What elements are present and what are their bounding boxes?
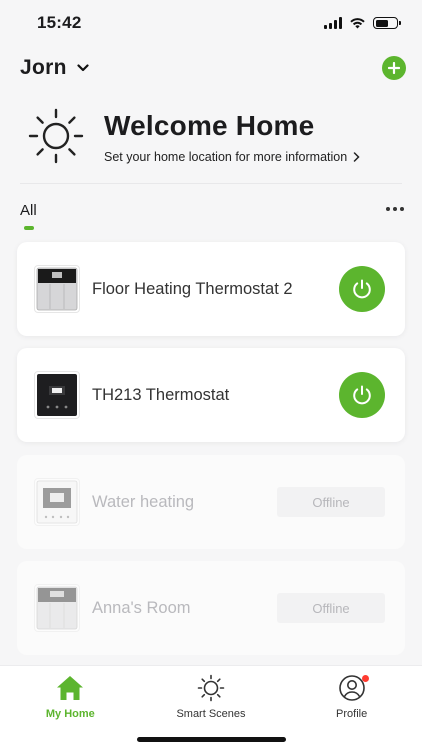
offline-badge: Offline [277,487,385,517]
home-selector[interactable]: Jorn [20,56,89,80]
cellular-signal-icon [324,17,342,29]
status-time: 15:42 [37,13,82,32]
add-device-button[interactable] [382,56,406,80]
device-image-thermostat [34,265,80,313]
room-tabs: All [20,198,404,234]
device-name: Water heating [92,492,195,511]
nav-my-home[interactable]: My Home [10,673,130,750]
device-card-th213-thermostat[interactable]: TH213 Thermostat [17,348,405,442]
device-card-floor-heating-thermostat[interactable]: Floor Heating Thermostat 2 [17,242,405,336]
home-header: Jorn [20,52,406,84]
nav-label: Smart Scenes [176,708,246,720]
more-dot-icon [400,207,404,211]
sun-icon [28,108,84,164]
welcome-title: Welcome Home [104,109,315,141]
tab-all-label: All [20,202,37,219]
nav-label: My Home [45,708,95,720]
device-image-thermostat [34,584,80,632]
home-icon [56,673,84,703]
divider [20,183,402,184]
status-icons [324,17,401,29]
device-card-annas-room[interactable]: Anna's Room Offline [17,561,405,655]
more-options-button[interactable] [386,198,404,211]
device-image-thermostat [34,478,80,526]
welcome-banner[interactable]: Welcome Home Set your home location for … [28,104,402,168]
device-name: TH213 Thermostat [92,385,230,404]
chevron-right-icon [353,151,360,162]
wifi-icon [350,18,365,29]
welcome-subtitle[interactable]: Set your home location for more informat… [104,150,360,164]
nav-profile[interactable]: Profile [292,673,412,750]
offline-badge: Offline [277,593,385,623]
device-name: Floor Heating Thermostat 2 [92,279,293,298]
device-image-thermostat [34,371,80,419]
power-icon [353,279,371,299]
device-name: Anna's Room [92,598,191,617]
home-indicator [137,737,286,742]
tab-active-indicator [24,226,34,230]
home-name: Jorn [20,56,67,79]
plus-icon [388,62,400,74]
tab-all[interactable]: All [20,198,37,230]
more-dot-icon [386,207,390,211]
power-icon [353,385,371,405]
sun-icon [197,673,225,703]
profile-icon [338,673,369,703]
status-bar: 15:42 [0,0,422,46]
nav-label: Profile [336,708,368,720]
power-button[interactable] [339,372,385,418]
notification-dot [361,675,369,682]
welcome-subtitle-text: Set your home location for more informat… [104,149,348,164]
power-button[interactable] [339,266,385,312]
battery-icon [373,17,401,29]
welcome-text: Welcome Home Set your home location for … [104,109,360,164]
chevron-down-icon [77,64,89,72]
more-dot-icon [393,207,397,211]
device-card-water-heating[interactable]: Water heating Offline [17,455,405,549]
